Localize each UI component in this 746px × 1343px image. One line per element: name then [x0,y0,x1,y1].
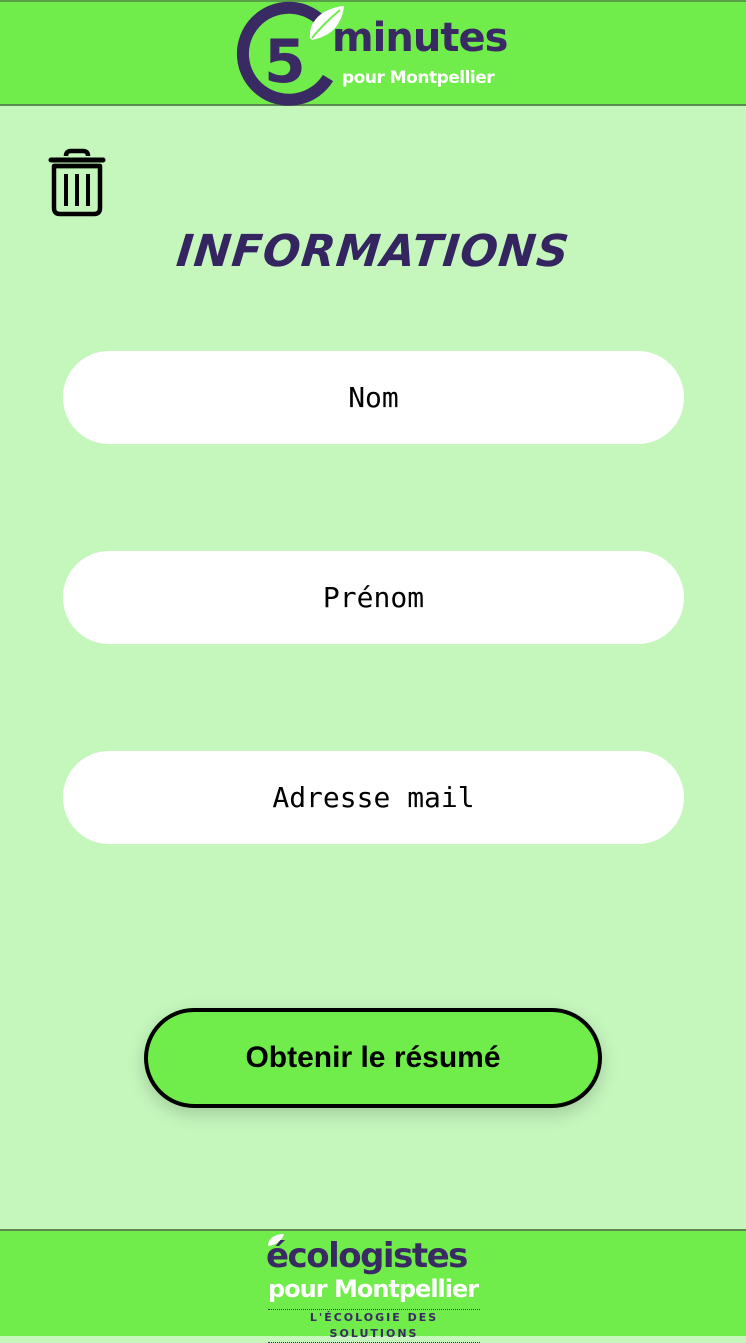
app-header: 5 minutes pour Montpellier [0,0,746,106]
logo-number: 5 [264,27,306,97]
prenom-field[interactable] [63,551,684,644]
logo-subtitle: pour Montpellier [342,68,495,88]
page-title: INFORMATIONS [174,226,572,277]
logo-word: minutes [332,15,508,61]
footer-logo-line2: pour Montpellier [268,1275,479,1303]
footer-logo-line1: écologistes [266,1236,468,1276]
trash-icon[interactable] [46,148,108,218]
app-footer: écologistes pour Montpellier L'ÉCOLOGIE … [0,1229,746,1343]
logo-five-circle-icon: 5 [236,1,344,106]
email-field[interactable] [63,751,684,844]
footer-tagline: L'ÉCOLOGIE DES SOLUTIONS [268,1309,480,1343]
ecologistes-logo[interactable]: écologistes pour Montpellier L'ÉCOLOGIE … [266,1234,482,1343]
nom-field[interactable] [63,351,684,444]
get-summary-button[interactable]: Obtenir le résumé [144,1008,602,1108]
five-minutes-logo[interactable]: 5 minutes pour Montpellier [236,1,516,108]
